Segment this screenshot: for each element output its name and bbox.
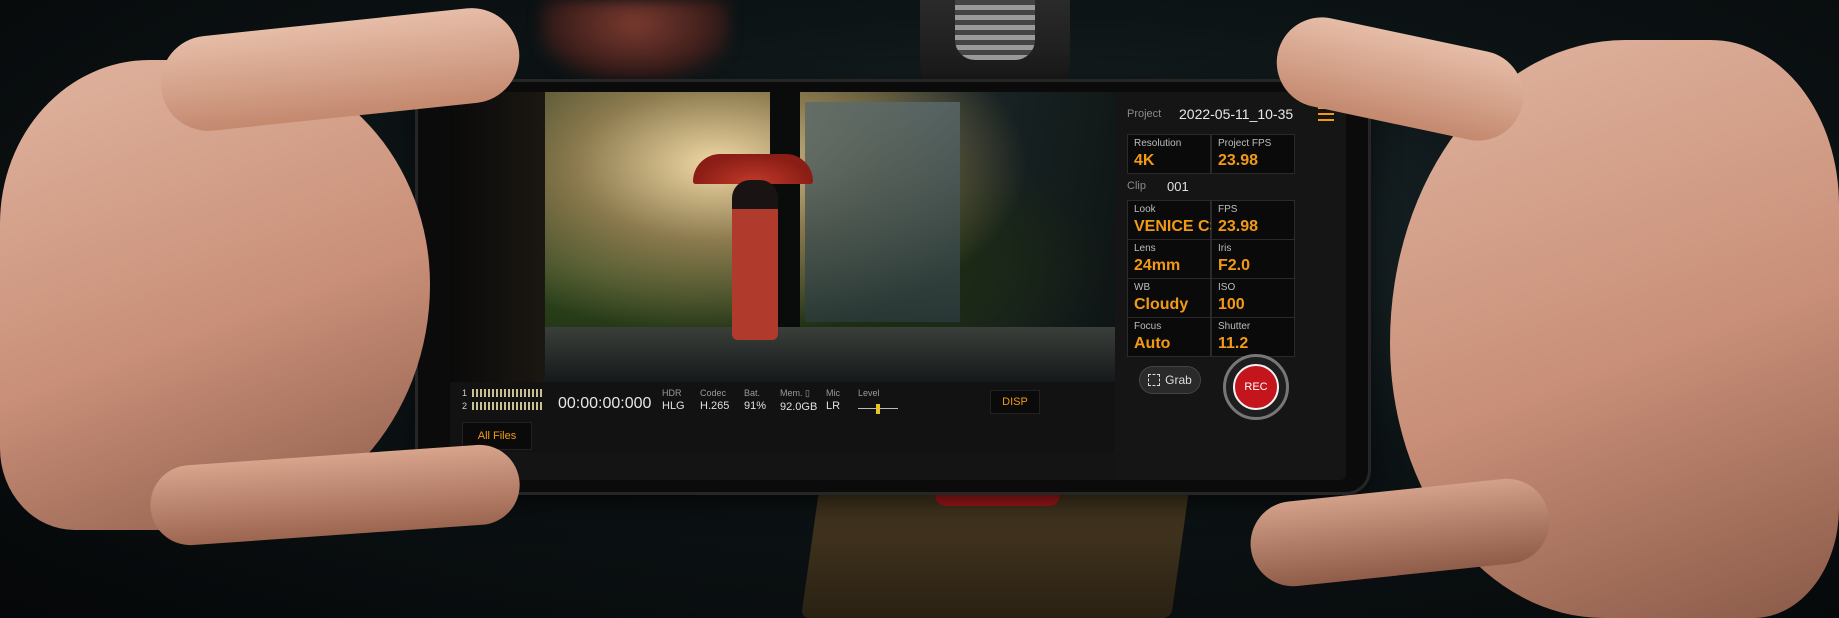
record-button-ring[interactable]: REC <box>1223 354 1289 420</box>
setting-iso[interactable]: ISO 100 <box>1211 278 1295 318</box>
status-level: Level <box>858 388 880 398</box>
status-codec: Codec H.265 <box>700 388 729 412</box>
viewfinder[interactable] <box>450 92 1115 382</box>
status-memory: Mem. ▯ 92.0GB <box>780 388 817 413</box>
scene-person <box>732 180 778 340</box>
audio-level-meter: 1 2 <box>462 388 542 412</box>
timecode: 00:00:00:000 <box>558 395 652 412</box>
setting-value: Auto <box>1134 335 1171 352</box>
setting-label: Project FPS <box>1218 138 1272 149</box>
setting-resolution[interactable]: Resolution 4K <box>1127 134 1211 174</box>
setting-value: 23.98 <box>1218 152 1259 169</box>
audio-meter-bars <box>472 389 542 397</box>
record-label: REC <box>1244 381 1268 393</box>
project-label: Project <box>1127 108 1162 120</box>
status-label: Mem. ▯ <box>780 388 810 398</box>
audio-channel-label: 1 <box>462 388 468 398</box>
level-knob[interactable] <box>876 404 880 414</box>
status-value: 92.0GB <box>780 401 818 413</box>
smartphone: 1 2 00:00:00:000 HDR HLG Codec H.265 Bat… <box>418 82 1368 492</box>
disp-button[interactable]: DISP <box>990 390 1040 414</box>
camera-app-screen: 1 2 00:00:00:000 HDR HLG Codec H.265 Bat… <box>450 92 1346 480</box>
setting-label: WB <box>1134 282 1151 293</box>
setting-fps[interactable]: FPS 23.98 <box>1211 200 1295 240</box>
setting-value: 100 <box>1218 296 1245 313</box>
project-name: 2022-05-11_10-35 <box>1179 106 1294 122</box>
viewfinder-dark-area <box>450 92 545 382</box>
grab-icon <box>1148 374 1161 386</box>
scene-window <box>805 102 960 322</box>
setting-shutter[interactable]: Shutter 11.2 <box>1211 317 1295 357</box>
setting-lens[interactable]: Lens 24mm <box>1127 239 1211 279</box>
setting-label: FPS <box>1218 204 1238 215</box>
setting-label: Iris <box>1218 243 1232 254</box>
status-bar: 1 2 00:00:00:000 HDR HLG Codec H.265 Bat… <box>450 382 1115 452</box>
setting-value: 4K <box>1134 152 1155 169</box>
setting-wb[interactable]: WB Cloudy <box>1127 278 1211 318</box>
status-mic: Mic LR <box>826 388 840 412</box>
setting-label: Resolution <box>1134 138 1182 149</box>
scene-floor <box>545 327 1115 382</box>
status-label: Bat. <box>744 388 761 398</box>
clip-number: 001 <box>1167 179 1189 194</box>
setting-label: Lens <box>1134 243 1156 254</box>
record-button[interactable]: REC <box>1233 364 1279 410</box>
status-value: HLG <box>662 400 685 412</box>
status-label: Codec <box>700 388 727 398</box>
setting-label: Shutter <box>1218 321 1251 332</box>
status-value: 91% <box>744 400 767 412</box>
setting-value: 23.98 <box>1218 218 1259 235</box>
setting-focus[interactable]: Focus Auto <box>1127 317 1211 357</box>
setting-value: 24mm <box>1134 257 1181 274</box>
setting-label: Focus <box>1134 321 1162 332</box>
clip-label: Clip <box>1127 180 1146 192</box>
setting-value: F2.0 <box>1218 257 1251 274</box>
audio-meter-row: 2 <box>462 401 542 411</box>
background-figure <box>540 0 730 80</box>
settings-panel: Project 2022-05-11_10-35 Resolution 4K P… <box>1115 92 1346 480</box>
status-value: LR <box>826 400 841 412</box>
audio-meter-bars <box>472 402 542 410</box>
setting-label: Look <box>1134 204 1156 215</box>
grab-label: Grab <box>1165 373 1192 387</box>
tripod-base <box>801 490 1189 618</box>
status-hdr: HDR HLG <box>662 388 685 412</box>
project-row: Project 2022-05-11_10-35 <box>1127 104 1334 126</box>
status-label: Level <box>858 388 880 398</box>
setting-value: 11.2 <box>1218 335 1249 352</box>
status-battery: Bat. 91% <box>744 388 766 412</box>
clip-row: Clip 001 <box>1127 178 1327 196</box>
setting-value: Cloudy <box>1134 296 1189 313</box>
status-value: H.265 <box>700 400 730 412</box>
level-icon[interactable] <box>858 404 898 414</box>
setting-iris[interactable]: Iris F2.0 <box>1211 239 1295 279</box>
audio-meter-row: 1 <box>462 388 542 398</box>
grab-button[interactable]: Grab <box>1139 366 1201 394</box>
setting-label: ISO <box>1218 282 1236 293</box>
status-label: HDR <box>662 388 682 398</box>
setting-project-fps[interactable]: Project FPS 23.98 <box>1211 134 1295 174</box>
mount-screw <box>955 0 1035 60</box>
setting-value: VENICE CS <box>1134 218 1221 235</box>
status-label: Mic <box>826 388 840 398</box>
audio-channel-label: 2 <box>462 401 468 411</box>
setting-look[interactable]: Look VENICE CS <box>1127 200 1220 240</box>
